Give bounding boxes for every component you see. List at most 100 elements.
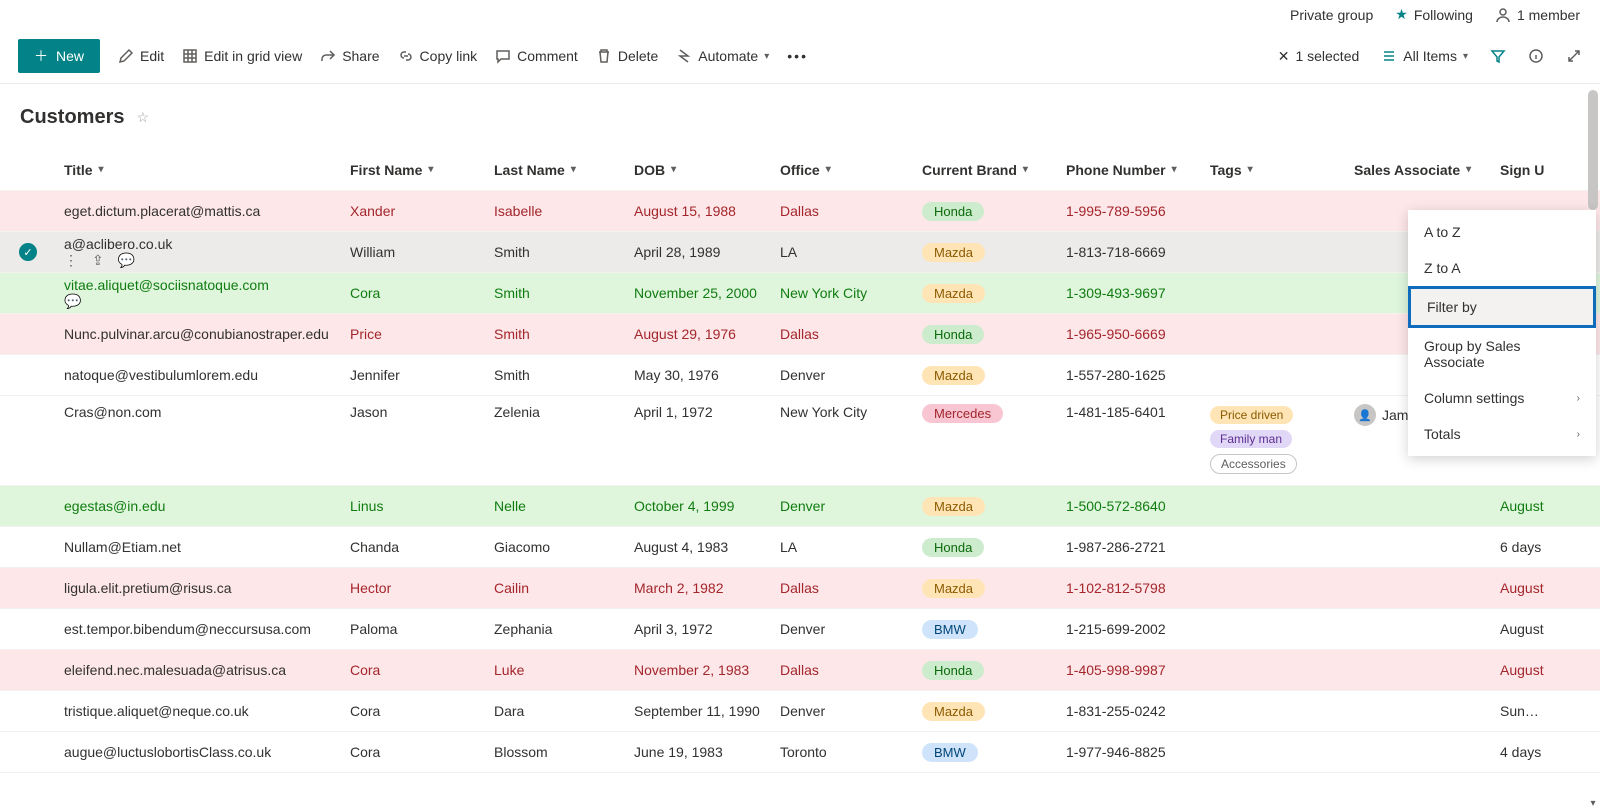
cell-title[interactable]: vitae.aliquet@sociisnatoque.com💬	[56, 277, 342, 310]
column-header-office[interactable]: Office▾	[772, 162, 914, 178]
cell-first-name: Paloma	[342, 621, 486, 637]
delete-button[interactable]: Delete	[596, 48, 658, 64]
cell-dob: October 4, 1999	[626, 498, 772, 514]
cell-phone: 1-977-946-8825	[1058, 744, 1202, 760]
members-link[interactable]: 1 member	[1495, 7, 1580, 23]
column-header-lastname[interactable]: Last Name▾	[486, 162, 626, 178]
cell-title[interactable]: natoque@vestibulumlorem.edu	[56, 367, 342, 383]
comment-icon[interactable]: 💬	[64, 293, 334, 310]
filter-by[interactable]: Filter by	[1408, 286, 1596, 328]
cell-dob: April 28, 1989	[626, 244, 772, 260]
table-row[interactable]: augue@luctuslobortisClass.co.ukCoraBloss…	[0, 732, 1600, 773]
totals[interactable]: Totals›	[1408, 416, 1596, 452]
cell-title[interactable]: Nullam@Etiam.net	[56, 539, 342, 555]
cell-office: Denver	[772, 498, 914, 514]
table-row[interactable]: Cras@non.comJasonZeleniaApril 1, 1972New…	[0, 396, 1600, 486]
following-toggle[interactable]: ★Following	[1395, 6, 1473, 23]
table-row[interactable]: Nunc.pulvinar.arcu@conubianostraper.eduP…	[0, 314, 1600, 355]
cell-signup: August	[1492, 662, 1552, 678]
cell-title[interactable]: est.tempor.bibendum@neccursusa.com	[56, 621, 342, 637]
command-bar: ＋ New Edit Edit in grid view Share Copy …	[0, 29, 1600, 84]
comment-button[interactable]: Comment	[495, 48, 578, 64]
clear-selection-button[interactable]: ✕ 1 selected	[1278, 48, 1360, 65]
automate-button[interactable]: Automate ▾	[676, 48, 769, 64]
cell-brand: Mercedes	[914, 404, 1058, 423]
column-header-phone[interactable]: Phone Number▾	[1058, 162, 1202, 178]
table-row[interactable]: eleifend.nec.malesuada@atrisus.caCoraLuk…	[0, 650, 1600, 691]
share-icon[interactable]: ⇪	[92, 252, 104, 269]
cell-title[interactable]: egestas@in.edu	[56, 498, 342, 514]
cell-title[interactable]: eget.dictum.placerat@mattis.ca	[56, 203, 342, 219]
expand-icon	[1566, 48, 1582, 64]
cell-phone: 1-309-493-9697	[1058, 285, 1202, 301]
table-row[interactable]: est.tempor.bibendum@neccursusa.comPaloma…	[0, 609, 1600, 650]
cell-first-name: Hector	[342, 580, 486, 596]
column-header-signup[interactable]: Sign U	[1492, 162, 1552, 178]
scroll-down-icon[interactable]: ▾	[1586, 798, 1600, 809]
filter-icon	[1490, 48, 1506, 64]
cell-first-name: Linus	[342, 498, 486, 514]
cell-last-name: Smith	[486, 285, 626, 301]
info-pane-button[interactable]	[1528, 48, 1544, 64]
new-button[interactable]: ＋ New	[18, 39, 100, 73]
cell-dob: August 15, 1988	[626, 203, 772, 219]
brand-pill: Mazda	[922, 702, 985, 721]
table-row[interactable]: natoque@vestibulumlorem.eduJenniferSmith…	[0, 355, 1600, 396]
column-settings[interactable]: Column settings›	[1408, 380, 1596, 416]
check-icon: ✓	[19, 243, 37, 261]
share-button[interactable]: Share	[320, 48, 379, 64]
cell-title[interactable]: Cras@non.com	[56, 404, 342, 420]
filter-pane-button[interactable]	[1490, 48, 1506, 64]
table-row[interactable]: vitae.aliquet@sociisnatoque.com💬CoraSmit…	[0, 273, 1600, 314]
column-header-dob[interactable]: DOB▾	[626, 162, 772, 178]
sort-z-to-a[interactable]: Z to A	[1408, 250, 1596, 286]
copy-link-button[interactable]: Copy link	[398, 48, 478, 64]
column-header-firstname[interactable]: First Name▾	[342, 162, 486, 178]
edit-button[interactable]: Edit	[118, 48, 164, 64]
table-row[interactable]: ✓a@aclibero.co.uk⋮⇪💬WilliamSmithApril 28…	[0, 232, 1600, 273]
cell-signup: Sunday	[1492, 703, 1552, 719]
cell-last-name: Smith	[486, 367, 626, 383]
column-header-tags[interactable]: Tags▾	[1202, 162, 1346, 178]
brand-pill: Honda	[922, 538, 984, 557]
cell-title[interactable]: ligula.elit.pretium@risus.ca	[56, 580, 342, 596]
cell-title[interactable]: eleifend.nec.malesuada@atrisus.ca	[56, 662, 342, 678]
cell-title[interactable]: Nunc.pulvinar.arcu@conubianostraper.edu	[56, 326, 342, 342]
cell-last-name: Smith	[486, 244, 626, 260]
group-by-sales-associate[interactable]: Group by Sales Associate	[1408, 328, 1596, 380]
cell-first-name: Xander	[342, 203, 486, 219]
table-row[interactable]: tristique.aliquet@neque.co.ukCoraDaraSep…	[0, 691, 1600, 732]
cell-phone: 1-813-718-6669	[1058, 244, 1202, 260]
sort-a-to-z[interactable]: A to Z	[1408, 214, 1596, 250]
cell-phone: 1-965-950-6669	[1058, 326, 1202, 342]
table-row[interactable]: ligula.elit.pretium@risus.caHectorCailin…	[0, 568, 1600, 609]
column-header-row: Title▾ First Name▾ Last Name▾ DOB▾ Offic…	[0, 149, 1600, 191]
column-header-brand[interactable]: Current Brand▾	[914, 162, 1058, 178]
comment-icon[interactable]: 💬	[118, 252, 135, 269]
link-icon	[398, 48, 414, 64]
edit-grid-button[interactable]: Edit in grid view	[182, 48, 302, 64]
cell-office: Dallas	[772, 203, 914, 219]
cell-title[interactable]: tristique.aliquet@neque.co.uk	[56, 703, 342, 719]
brand-pill: Honda	[922, 202, 984, 221]
expand-button[interactable]	[1566, 48, 1582, 64]
scrollbar-thumb[interactable]	[1588, 90, 1598, 210]
cell-title[interactable]: augue@luctuslobortisClass.co.uk	[56, 744, 342, 760]
table-row[interactable]: Nullam@Etiam.netChandaGiacomoAugust 4, 1…	[0, 527, 1600, 568]
chevron-down-icon: ▾	[1023, 164, 1028, 175]
overflow-button[interactable]: •••	[787, 48, 808, 64]
row-selector[interactable]: ✓	[0, 243, 56, 261]
favorite-star-icon[interactable]: ☆	[136, 109, 149, 126]
table-row[interactable]: egestas@in.eduLinusNelleOctober 4, 1999D…	[0, 486, 1600, 527]
cell-title[interactable]: a@aclibero.co.uk⋮⇪💬	[56, 236, 342, 269]
cell-brand: Mazda	[914, 497, 1058, 516]
cell-office: Dallas	[772, 580, 914, 596]
chevron-down-icon: ▾	[571, 164, 576, 175]
list-icon	[1381, 48, 1397, 64]
column-header-title[interactable]: Title▾	[56, 162, 342, 178]
column-header-sales-associate[interactable]: Sales Associate▾	[1346, 162, 1492, 178]
table-row[interactable]: eget.dictum.placerat@mattis.caXanderIsab…	[0, 191, 1600, 232]
cell-office: Dallas	[772, 326, 914, 342]
ellipsis-icon[interactable]: ⋮	[64, 252, 78, 269]
view-selector[interactable]: All Items ▾	[1381, 48, 1468, 64]
